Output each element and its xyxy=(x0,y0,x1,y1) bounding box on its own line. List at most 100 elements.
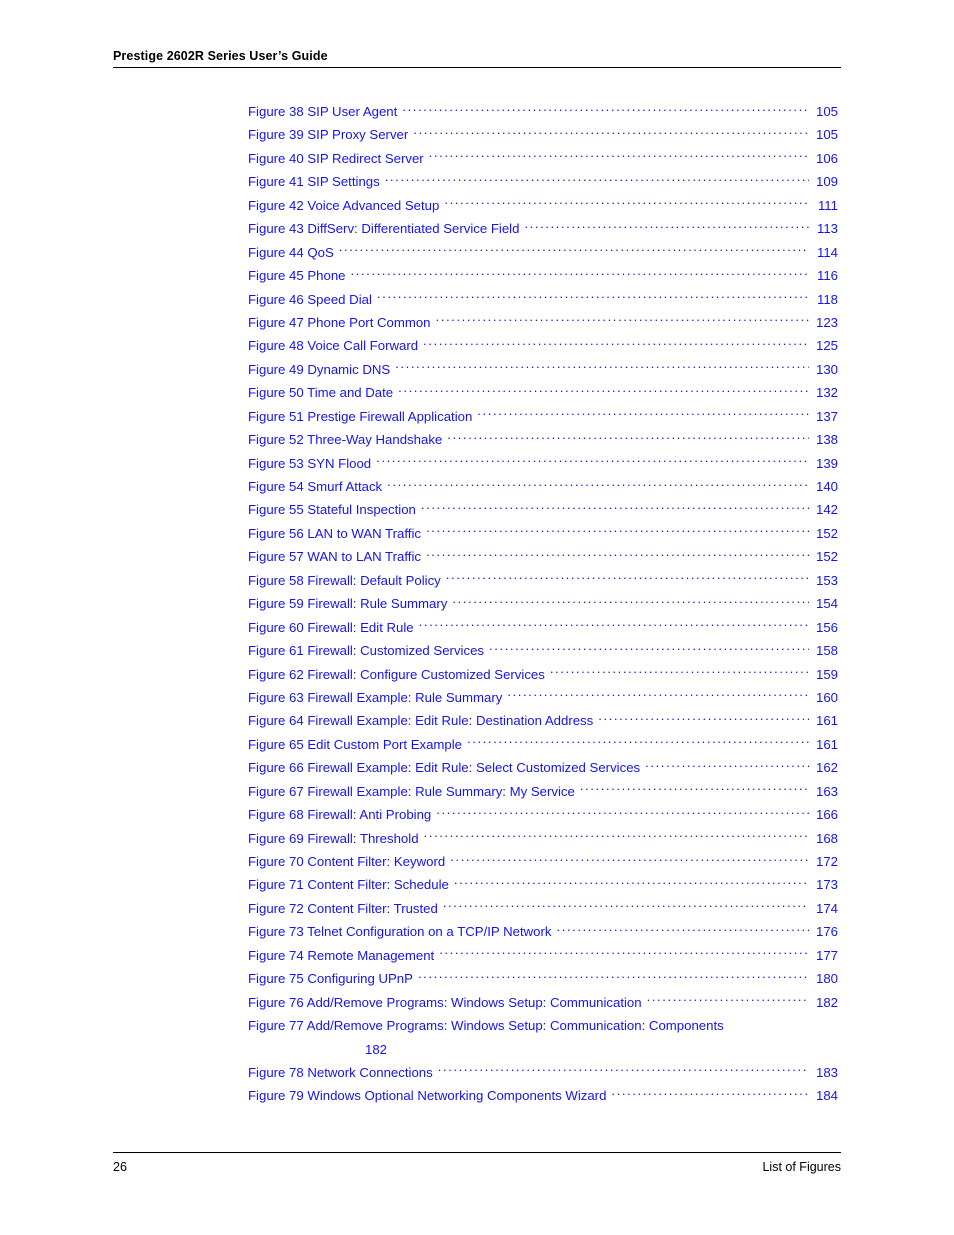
dot-leader xyxy=(444,197,809,210)
dot-leader xyxy=(524,220,809,233)
dot-leader xyxy=(580,783,809,796)
figure-entry-page-number: 139 xyxy=(815,455,838,471)
figure-entry-title: Figure 51 Prestige Firewall Application xyxy=(248,408,473,424)
figure-entry-page-number: 142 xyxy=(815,502,838,518)
figure-entry[interactable]: Figure 51 Prestige Firewall Application 1… xyxy=(248,405,838,428)
figure-entry-title: Figure 58 Firewall: Default Policy xyxy=(248,572,441,588)
figure-entry[interactable]: Figure 68 Firewall: Anti Probing 166 xyxy=(248,803,838,826)
dot-leader xyxy=(423,337,809,350)
figure-entry[interactable]: Figure 45 Phone 116 xyxy=(248,264,838,287)
figure-entry[interactable]: Figure 47 Phone Port Common 123 xyxy=(248,311,838,334)
figure-entry-title: Figure 54 Smurf Attack xyxy=(248,479,383,494)
figure-entry-page-number: 140 xyxy=(815,479,838,494)
figure-entry-page-number: 173 xyxy=(815,877,838,893)
figure-entry-title: Figure 52 Three-Way Handshake xyxy=(248,432,443,448)
figure-entry-page-number: 116 xyxy=(816,268,838,284)
figure-entry-title: Figure 78 Network Connections xyxy=(248,1064,433,1080)
figure-entry[interactable]: Figure 44 QoS 114 xyxy=(248,241,838,264)
figure-entry[interactable]: Figure 41 SIP Settings 109 xyxy=(248,170,838,193)
dot-leader xyxy=(446,572,809,585)
figure-entry[interactable]: Figure 67 Firewall Example: Rule Summary… xyxy=(248,780,838,803)
figure-entry[interactable]: Figure 40 SIP Redirect Server 106 xyxy=(248,147,838,170)
figure-entry-title: Figure 64 Firewall Example: Edit Rule: D… xyxy=(248,713,594,729)
figure-entry[interactable]: Figure 77 Add/Remove Programs: Windows S… xyxy=(248,1014,838,1061)
figure-entry[interactable]: Figure 74 Remote Management 177 xyxy=(248,944,838,967)
figure-entry-title: Figure 73 Telnet Configuration on a TCP/… xyxy=(248,924,552,940)
figure-entry[interactable]: Figure 73 Telnet Configuration on a TCP/… xyxy=(248,920,838,943)
figure-entry-title: Figure 55 Stateful Inspection xyxy=(248,502,416,518)
figure-entry-title: Figure 50 Time and Date xyxy=(248,385,394,401)
figure-entry-title: Figure 46 Speed Dial xyxy=(248,291,372,307)
figure-entry-page-number: 138 xyxy=(815,432,838,448)
figure-entry[interactable]: Figure 76 Add/Remove Programs: Windows S… xyxy=(248,991,838,1014)
figure-entry[interactable]: Figure 64 Firewall Example: Edit Rule: D… xyxy=(248,709,838,732)
dot-leader xyxy=(413,126,809,139)
running-header: Prestige 2602R Series User’s Guide xyxy=(113,48,841,68)
figure-entry[interactable]: Figure 58 Firewall: Default Policy 153 xyxy=(248,569,838,592)
figure-entry[interactable]: Figure 79 Windows Optional Networking Co… xyxy=(248,1084,838,1107)
dot-leader xyxy=(556,923,809,936)
figure-entry[interactable]: Figure 60 Firewall: Edit Rule 156 xyxy=(248,616,838,639)
figure-entry[interactable]: Figure 71 Content Filter: Schedule 173 xyxy=(248,873,838,896)
figure-entry-page-number: 182 xyxy=(815,994,838,1010)
figure-entry[interactable]: Figure 50 Time and Date 132 xyxy=(248,381,838,404)
figure-entry[interactable]: Figure 65 Edit Custom Port Example 161 xyxy=(248,733,838,756)
figure-entry[interactable]: Figure 53 SYN Flood 139 xyxy=(248,452,838,475)
figure-entry-title: Figure 43 DiffServ: Differentiated Servi… xyxy=(248,221,520,237)
figure-entry[interactable]: Figure 43 DiffServ: Differentiated Servi… xyxy=(248,217,838,240)
dot-leader xyxy=(550,666,809,679)
figure-entry-title: Figure 61 Firewall: Customized Services xyxy=(248,643,484,659)
figure-entry-title: Figure 49 Dynamic DNS xyxy=(248,361,391,377)
figure-entry[interactable]: Figure 56 LAN to WAN Traffic 152 xyxy=(248,522,838,545)
dot-leader xyxy=(436,314,809,327)
figure-entry[interactable]: Figure 49 Dynamic DNS 130 xyxy=(248,358,838,381)
figure-entry[interactable]: Figure 39 SIP Proxy Server 105 xyxy=(248,123,838,146)
figure-entry-page-number: 154 xyxy=(815,596,838,612)
figure-entry-title: Figure 62 Firewall: Configure Customized… xyxy=(248,666,545,682)
figure-entry[interactable]: Figure 63 Firewall Example: Rule Summary… xyxy=(248,686,838,709)
figure-entry[interactable]: Figure 55 Stateful Inspection 142 xyxy=(248,498,838,521)
dot-leader xyxy=(421,501,809,514)
dot-leader xyxy=(385,173,809,186)
figure-entry-title: Figure 40 SIP Redirect Server xyxy=(248,150,424,166)
figure-entry-page-number: 182 xyxy=(365,1041,388,1057)
figure-entry[interactable]: Figure 66 Firewall Example: Edit Rule: S… xyxy=(248,756,838,779)
dot-leader xyxy=(398,384,809,397)
figure-entry[interactable]: Figure 75 Configuring UPnP 180 xyxy=(248,967,838,990)
figure-entry[interactable]: Figure 48 Voice Call Forward 125 xyxy=(248,334,838,357)
figure-entry[interactable]: Figure 52 Three-Way Handshake 138 xyxy=(248,428,838,451)
figure-entry-title: Figure 48 Voice Call Forward xyxy=(248,338,419,354)
dot-leader xyxy=(454,876,809,889)
dot-leader xyxy=(598,712,809,725)
figure-entry-page-number: 180 xyxy=(815,971,838,987)
figure-entry[interactable]: Figure 78 Network Connections 183 xyxy=(248,1061,838,1084)
figure-entry-title: Figure 71 Content Filter: Schedule xyxy=(248,877,449,893)
figure-entry-title: Figure 66 Firewall Example: Edit Rule: S… xyxy=(248,760,641,776)
figure-entry[interactable]: Figure 72 Content Filter: Trusted 174 xyxy=(248,897,838,920)
dot-leader xyxy=(452,595,809,608)
figure-entry[interactable]: Figure 42 Voice Advanced Setup 111 xyxy=(248,194,838,217)
figure-entry[interactable]: Figure 54 Smurf Attack 140 xyxy=(248,475,838,498)
figure-entry-page-number: 162 xyxy=(815,760,838,776)
figure-entry[interactable]: Figure 57 WAN to LAN Traffic 152 xyxy=(248,545,838,568)
dot-leader xyxy=(339,244,809,257)
figure-entry-page-number: 118 xyxy=(816,291,838,307)
figure-entry[interactable]: Figure 59 Firewall: Rule Summary 154 xyxy=(248,592,838,615)
dot-leader xyxy=(395,361,809,374)
dot-leader xyxy=(351,267,809,280)
figure-entry-page-number: 166 xyxy=(815,807,838,823)
figure-entry-page-number: 137 xyxy=(815,408,838,424)
figure-entry[interactable]: Figure 38 SIP User Agent 105 xyxy=(248,100,838,123)
dot-leader xyxy=(438,1064,809,1077)
dot-leader xyxy=(426,525,809,538)
figure-entry-title: Figure 56 LAN to WAN Traffic xyxy=(248,525,421,541)
figure-entry[interactable]: Figure 46 Speed Dial 118 xyxy=(248,288,838,311)
figure-entry[interactable]: Figure 69 Firewall: Threshold 168 xyxy=(248,827,838,850)
figure-entry[interactable]: Figure 70 Content Filter: Keyword 172 xyxy=(248,850,838,873)
figure-entry[interactable]: Figure 61 Firewall: Customized Services 1… xyxy=(248,639,838,662)
figure-entry[interactable]: Figure 62 Firewall: Configure Customized… xyxy=(248,663,838,686)
figure-entry-title: Figure 68 Firewall: Anti Probing xyxy=(248,807,432,823)
figure-entry-title: Figure 59 Firewall: Rule Summary xyxy=(248,596,448,612)
figure-entry-title: Figure 79 Windows Optional Networking Co… xyxy=(248,1088,607,1104)
figure-entry-page-number: 113 xyxy=(816,221,838,237)
